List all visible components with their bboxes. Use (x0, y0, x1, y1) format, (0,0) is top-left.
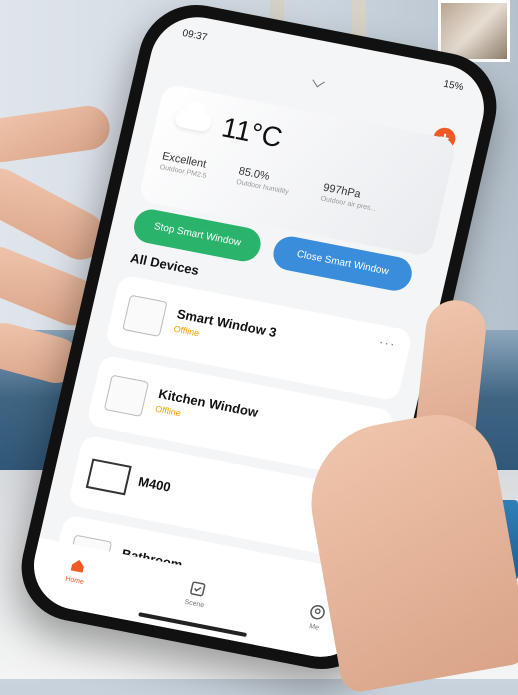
tab-label: Me (308, 622, 320, 632)
home-icon (70, 559, 84, 573)
temperature: 11°C (218, 111, 286, 154)
home-indicator (138, 612, 248, 638)
chevron-down-icon[interactable] (312, 74, 325, 88)
blind-icon (85, 458, 132, 496)
humidity-stat: 85.0% Outdoor humidity (235, 165, 292, 196)
section-title: All Devices (128, 250, 201, 279)
tab-label: Scene (183, 598, 205, 610)
cloud-icon (173, 108, 213, 133)
user-icon (310, 605, 325, 620)
scene-icon (190, 581, 206, 597)
window-switch-icon (103, 374, 150, 417)
battery-level: 15% (442, 78, 465, 94)
device-status: Offline (172, 323, 201, 339)
status-time: 09:37 (181, 27, 209, 44)
pressure-stat: 997hPa Outdoor air pres... (320, 182, 380, 213)
window-switch-icon (122, 294, 168, 338)
device-name: M400 (136, 473, 173, 495)
pm25-stat: Excellent Outdoor PM2.5 (159, 150, 210, 180)
device-status: Offline (154, 403, 182, 419)
more-options-icon[interactable]: ··· (377, 333, 397, 352)
tab-scene[interactable]: Scene (164, 575, 229, 613)
tab-label: Home (64, 575, 85, 586)
tab-home[interactable]: Home (44, 552, 109, 590)
